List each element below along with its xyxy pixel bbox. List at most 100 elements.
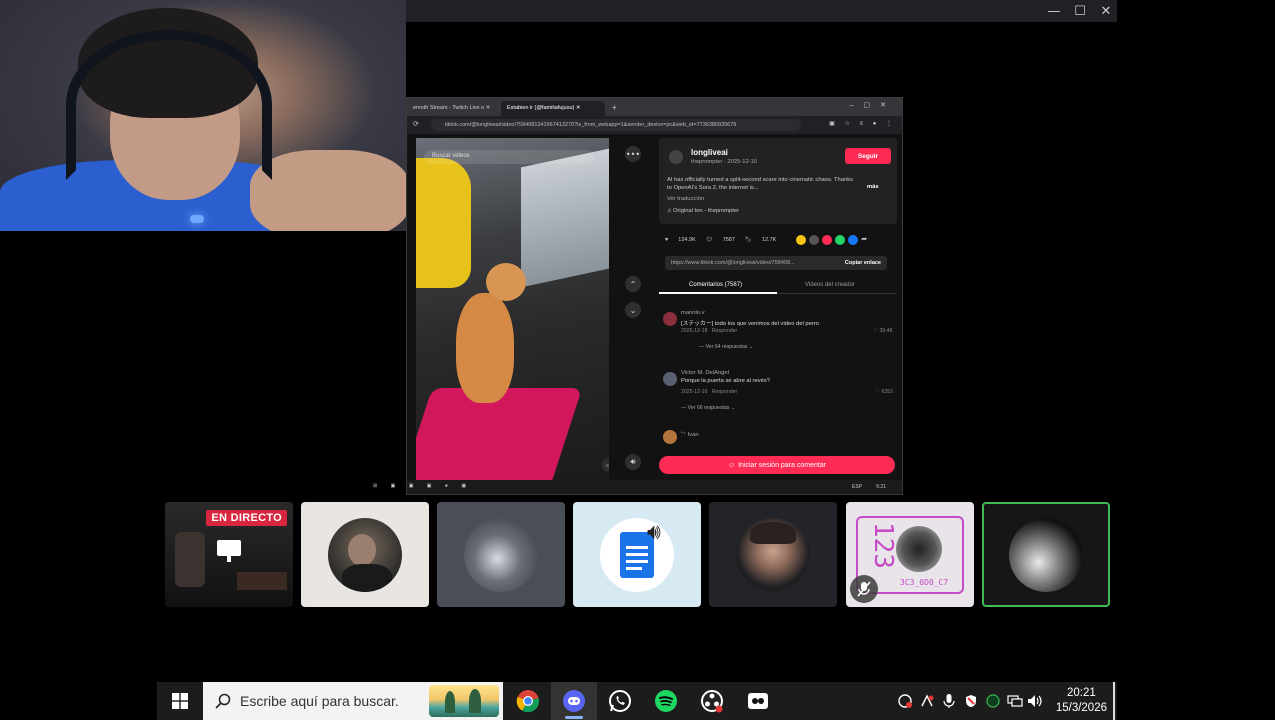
participant-tile-2[interactable] [301, 502, 429, 607]
author-avatar[interactable] [669, 150, 683, 164]
bluetooth-devices-icon[interactable] [919, 693, 935, 709]
minimize-icon[interactable]: — [1046, 3, 1062, 19]
like-count: 124.9K [678, 237, 696, 243]
avatar [600, 518, 674, 592]
capture-app[interactable] [735, 682, 781, 720]
participant-tile-7-speaking[interactable] [982, 502, 1110, 607]
remote-clock: 6:21 [876, 484, 886, 490]
browser-window-controls[interactable]: –▢✕ [850, 101, 896, 109]
comment-date: 2025-12-16 [681, 389, 708, 395]
tab-creator-videos[interactable]: Videos del creador [805, 282, 855, 288]
obs-tray-icon[interactable] [897, 693, 913, 709]
maximize-icon[interactable]: ☐ [1072, 3, 1088, 19]
sound-link[interactable]: ♫ Original ton - theprompter [667, 208, 739, 214]
chrome-app[interactable] [505, 682, 551, 720]
share-link-row: https://www.tiktok.com/@longliveai/video… [665, 256, 887, 270]
previous-video-icon[interactable]: ⌃ [625, 276, 641, 292]
browser-tab-twitch[interactable]: emoth Stream - Twitch Live o ✕ [407, 101, 499, 116]
start-button[interactable] [157, 682, 203, 720]
avatar [736, 518, 810, 592]
shared-screen: emoth Stream - Twitch Live o ✕ Estabien … [373, 97, 903, 495]
speaker-icon: 🔊︎ [647, 520, 661, 545]
close-icon[interactable]: ✕ [1098, 3, 1114, 19]
author-name[interactable]: longliveai [691, 148, 728, 157]
taskbar: Escribe aquí para buscar. 20:21 15/3/202… [157, 682, 1117, 720]
reply-button[interactable]: Responder [712, 328, 737, 334]
clock-date: 15/3/2026 [1055, 702, 1107, 714]
volume-icon[interactable] [1027, 693, 1043, 709]
follow-button[interactable]: Seguir [845, 148, 891, 164]
participant-tile-4[interactable]: 🔊︎ [573, 502, 701, 607]
network-icon[interactable] [1007, 693, 1023, 709]
comment-user[interactable]: manolo.v [681, 310, 705, 316]
participant-tile-6[interactable]: 123 3C3_0D0_C7 [846, 502, 974, 607]
author-card: longliveai theprompter · 2025-12-15 Segu… [659, 138, 897, 224]
like-icon[interactable]: ♥ [665, 237, 668, 243]
participant-tile-5[interactable] [709, 502, 837, 607]
post-description: AI has officially turned a split-second … [667, 177, 854, 191]
browser-extension-icons[interactable]: ▣ ☆ ≡ ● ⋮ [829, 120, 896, 127]
post-stats: ♥ 124.9K 💬︎ 7587 🔖︎ 12.7K ➦ [665, 234, 895, 246]
copy-link-button[interactable]: Copiar enlace [845, 260, 881, 266]
whatsapp-app[interactable] [597, 682, 643, 720]
live-badge: EN DIRECTO [206, 510, 287, 526]
search-icon [215, 693, 231, 709]
avatar[interactable] [663, 312, 677, 326]
volume-icon[interactable]: 🔊︎ [625, 454, 641, 470]
avatar[interactable] [663, 430, 677, 444]
comment-date: 2025-12-18 [681, 328, 708, 334]
video-search-input[interactable]: Buscar videos [424, 150, 594, 164]
taskbar-clock[interactable]: 20:21 15/3/2026 [1056, 686, 1107, 716]
remote-taskbar-apps: ⊞ ▣ ▣ ▣ ● ▣ [373, 483, 473, 489]
login-to-comment-button[interactable]: ☺ Iniciar sesión para comentar [659, 456, 895, 474]
avatar [464, 518, 538, 592]
avatar [896, 526, 942, 572]
author-meta: theprompter · 2025-12-15 [691, 159, 758, 165]
taskbar-search-input[interactable]: Escribe aquí para buscar. [203, 682, 503, 720]
show-desktop-button[interactable] [1113, 682, 1115, 720]
participant-tile-screenshare[interactable]: EN DIRECTO [165, 502, 293, 607]
comment-user[interactable]: Victor M. DelAngel [681, 370, 729, 376]
new-tab-icon[interactable]: + [609, 101, 623, 116]
reload-icon[interactable]: ⟳ [413, 120, 419, 128]
browser-tab-tiktok[interactable]: Estabien ir (@familiafujusu) ✕ [501, 101, 605, 116]
view-replies-link[interactable]: — Ver 66 respuestas ⌄ [681, 405, 735, 411]
avatar[interactable] [663, 372, 677, 386]
discord-app[interactable] [551, 682, 597, 720]
tab-comments[interactable]: Comentarios (7587) [689, 282, 742, 288]
clock-time: 20:21 [1067, 687, 1096, 699]
participant-tile-3[interactable] [437, 502, 565, 607]
next-video-icon[interactable]: ⌄ [625, 302, 641, 318]
discord-icon [563, 690, 585, 712]
comment-user[interactable]: ˚⁺ Ivan [681, 432, 699, 438]
avatar-art-caption: 3C3_0D0_C7 [900, 578, 949, 587]
obs-app[interactable] [689, 682, 735, 720]
pip-icon[interactable]: ▭ [602, 458, 609, 472]
mic-muted-icon [850, 575, 878, 603]
tiktok-page: Buscar videos ▭ ••• ⌃ ⌄ 🔊︎ longliveai th… [407, 134, 902, 482]
translation-link[interactable]: Ver traducción [667, 196, 704, 202]
comment-text: Porque la puerta se abre al revés? [681, 378, 770, 384]
comment-likes: 6352 [881, 389, 893, 395]
remote-language: ESP [851, 484, 862, 490]
comment-count: 7587 [722, 237, 735, 243]
view-replies-link[interactable]: — Ver 64 respuestas ⌄ [699, 344, 753, 350]
save-icon[interactable]: 🔖︎ [745, 237, 752, 243]
capture-icon [748, 693, 768, 709]
tiktok-video[interactable]: Buscar videos ▭ [416, 138, 609, 482]
status-tray-icon[interactable] [985, 693, 1001, 709]
system-tray: 20:21 15/3/2026 [897, 682, 1117, 720]
security-tray-icon[interactable] [963, 693, 979, 709]
share-icons[interactable]: ➦ [796, 235, 867, 245]
chrome-icon [516, 690, 540, 713]
reply-button[interactable]: Responder [712, 389, 737, 395]
browser-tab-strip: emoth Stream - Twitch Live o ✕ Estabien … [407, 98, 902, 116]
more-options-icon[interactable]: ••• [625, 146, 641, 162]
spotify-icon [655, 690, 677, 712]
address-bar[interactable]: tiktok.com/@longliveai/video/75840813416… [431, 119, 801, 131]
more-link[interactable]: más [867, 184, 879, 190]
microphone-icon[interactable] [941, 693, 957, 709]
comment-icon[interactable]: 💬︎ [706, 237, 713, 243]
share-link[interactable]: https://www.tiktok.com/@longliveai/video… [671, 260, 795, 266]
spotify-app[interactable] [643, 682, 689, 720]
